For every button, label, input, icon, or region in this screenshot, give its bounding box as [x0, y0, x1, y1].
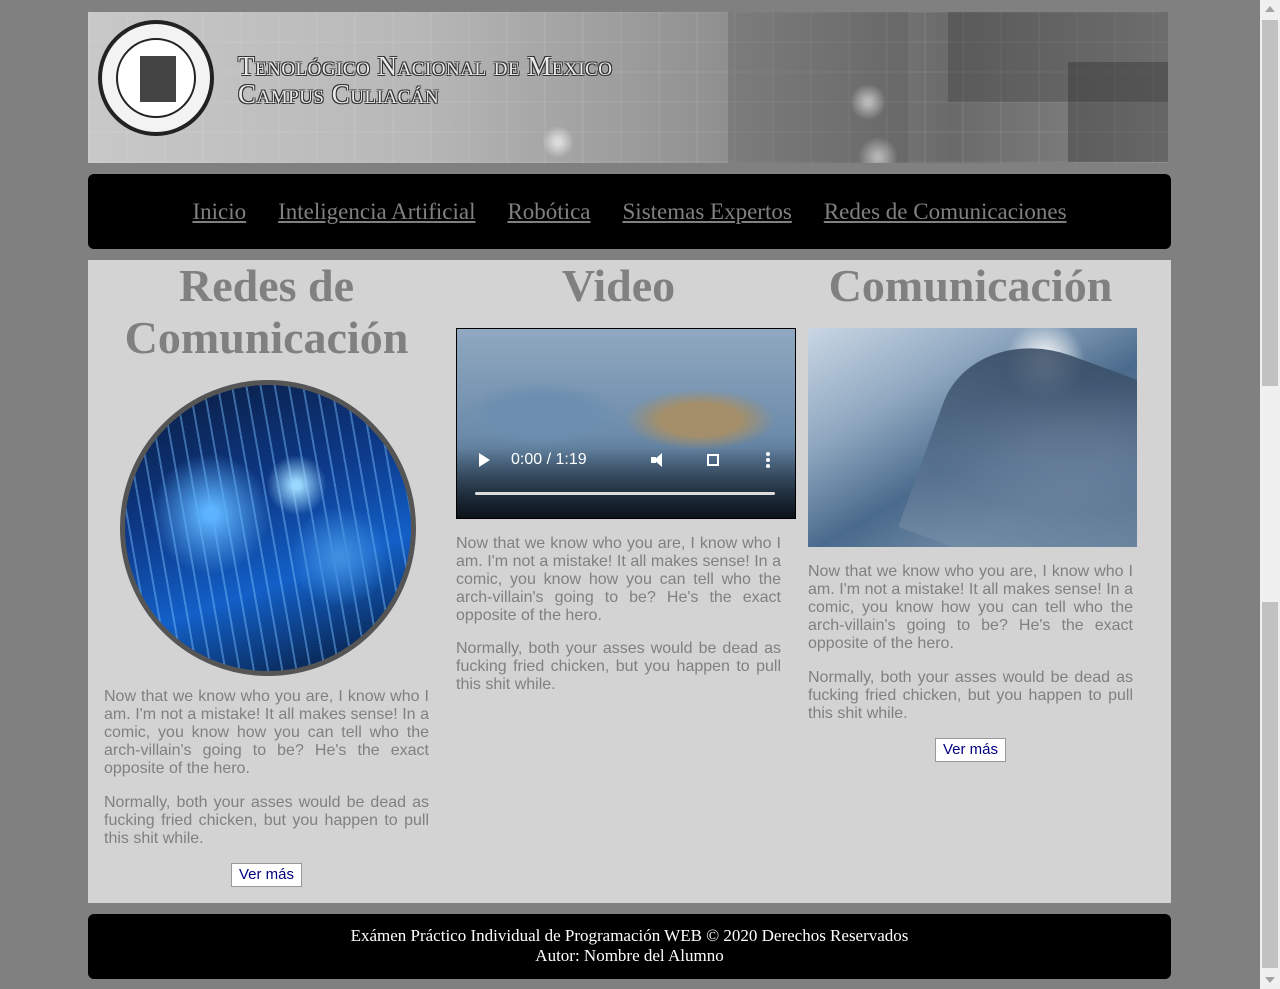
video-time: 0:00 / 1:19: [511, 451, 587, 468]
header-banner: Tenológico Nacional de Mexico Campus Cul…: [88, 12, 1168, 163]
main-nav: Inicio Inteligencia Artificial Robótica …: [88, 174, 1171, 249]
footer-author: Autor: Nombre del Alumno: [535, 946, 724, 965]
video-progress-bar[interactable]: [475, 492, 775, 495]
scroll-down-icon[interactable]: [1265, 977, 1275, 983]
play-icon[interactable]: [479, 453, 490, 467]
title-line1: Redes de: [178, 260, 355, 311]
institution-title: Tenológico Nacional de Mexico Campus Cul…: [238, 52, 612, 108]
scrollbar-thumb[interactable]: [1262, 20, 1278, 386]
nav-robotica[interactable]: Robótica: [507, 174, 590, 249]
nav-sistemas-expertos[interactable]: Sistemas Expertos: [623, 174, 792, 249]
column-paragraph: Now that we know who you are, I know who…: [456, 535, 781, 624]
scroll-up-icon[interactable]: [1265, 6, 1275, 12]
column-video: Video 0:00 / 1:19 Now that we know who y…: [456, 260, 796, 693]
column-paragraph: Now that we know who you are, I know who…: [104, 688, 429, 777]
nav-inteligencia-artificial[interactable]: Inteligencia Artificial: [278, 174, 475, 249]
seal-inner: [116, 38, 196, 118]
nav-redes-de-comunicaciones[interactable]: Redes de Comunicaciones: [824, 174, 1067, 249]
button-wrap: Ver más: [808, 738, 1133, 762]
column-title: Redes de Comunicación: [104, 260, 429, 364]
banner-decoration: [728, 12, 908, 163]
institution-line1: Tenológico Nacional de Mexico: [238, 51, 613, 81]
column-title: Comunicación: [828, 260, 1113, 311]
video-controls: 0:00 / 1:19: [457, 451, 795, 475]
button-wrap: Ver más: [104, 863, 429, 887]
network-globe-image: [120, 380, 416, 676]
city-network-image: [808, 328, 1137, 547]
page-footer: Exámen Práctico Individual de Programaci…: [88, 914, 1171, 979]
institution-seal-icon: [98, 20, 214, 136]
city-coast: [898, 328, 1137, 547]
seal-map-mark: [140, 56, 176, 102]
column-paragraph: Now that we know who you are, I know who…: [808, 563, 1133, 652]
column-paragraph: Normally, both your asses would be dead …: [104, 794, 429, 847]
column-paragraph: Normally, both your asses would be dead …: [456, 640, 781, 693]
column-paragraph: Normally, both your asses would be dead …: [808, 669, 1133, 722]
ver-mas-button[interactable]: Ver más: [934, 738, 1007, 762]
title-line2: Comunicación: [124, 312, 409, 363]
volume-icon[interactable]: [651, 453, 667, 467]
nav-inicio[interactable]: Inicio: [192, 174, 246, 249]
column-redes: Redes de Comunicación Now that we know w…: [104, 260, 429, 887]
column-title: Video: [561, 260, 676, 311]
institution-line2: Campus Culiacán: [238, 79, 440, 109]
more-options-icon[interactable]: [766, 452, 770, 470]
banner-decoration: [1068, 62, 1168, 162]
fullscreen-icon[interactable]: [707, 454, 719, 466]
video-player[interactable]: 0:00 / 1:19: [456, 328, 796, 519]
vertical-scrollbar[interactable]: [1260, 0, 1280, 989]
scrollbar-track-segment[interactable]: [1262, 602, 1278, 968]
footer-copyright: Exámen Práctico Individual de Programaci…: [350, 926, 909, 945]
column-comunicacion: Comunicación Now that we know who you ar…: [808, 260, 1137, 762]
content-area: Redes de Comunicación Now that we know w…: [88, 260, 1171, 903]
ver-mas-button[interactable]: Ver más: [230, 863, 303, 887]
